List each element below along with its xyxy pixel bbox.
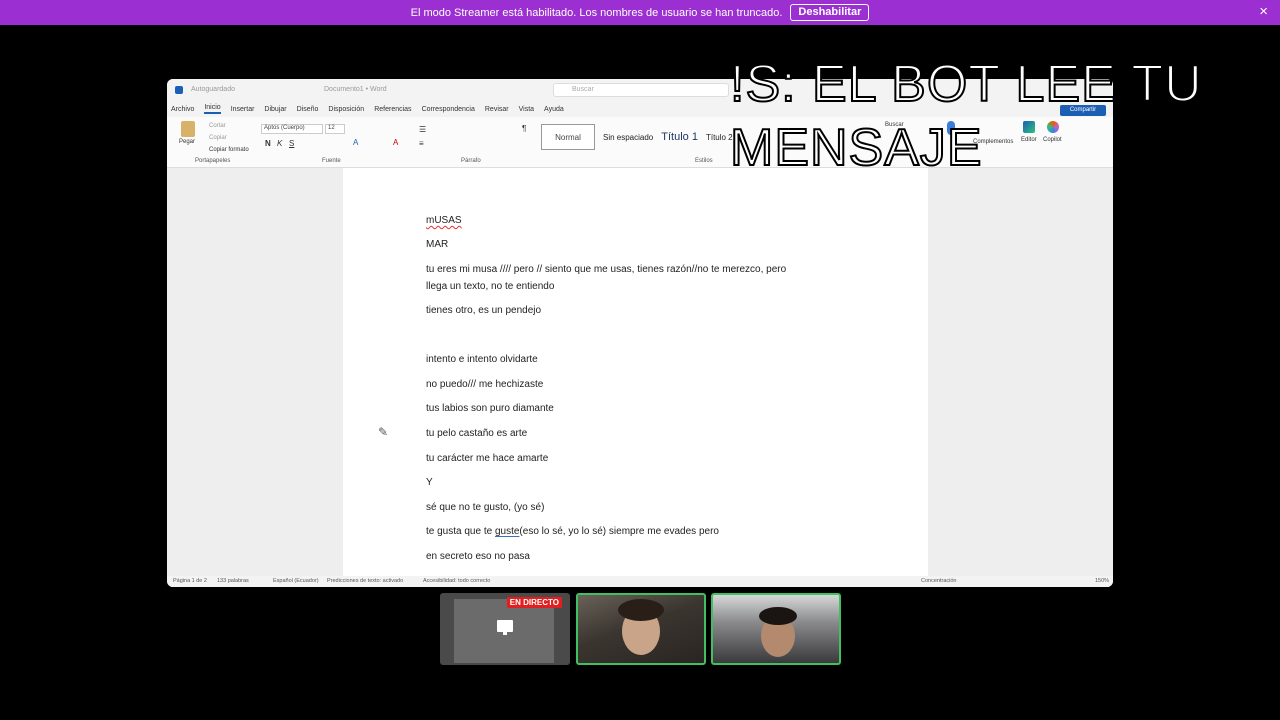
stream-overlay-text: !S: EL BOT LEE TU MENSAJE [729, 52, 1270, 180]
live-badge: EN DIRECTO [506, 597, 562, 608]
font-name-select[interactable]: Aptos (Cuerpo) [261, 124, 323, 134]
doc-line: tu pelo castaño es arte [426, 428, 528, 439]
document-name: Documento1 • Word [324, 86, 387, 93]
status-words[interactable]: 133 palabras [217, 578, 249, 584]
group-label-font: Fuente [322, 158, 341, 164]
style-normal[interactable]: Normal [541, 124, 595, 150]
paste-icon[interactable] [181, 121, 195, 137]
doc-line: mUSAS [426, 215, 462, 226]
doc-line: no puedo/// me hechizaste [426, 379, 544, 390]
screen-share-icon [497, 620, 513, 635]
doc-line: tu eres mi musa //// pero // siento que … [426, 264, 787, 275]
doc-line: MAR [426, 239, 449, 250]
doc-line: tus labios son puro diamante [426, 403, 554, 414]
tab-ayuda[interactable]: Ayuda [544, 106, 564, 113]
doc-text: te gusta que te [426, 526, 495, 537]
style-no-spacing[interactable]: Sin espaciado [603, 133, 653, 142]
doc-line: tu carácter me hace amarte [426, 453, 549, 464]
tab-disposicion[interactable]: Disposición [328, 106, 364, 113]
group-label-clipboard: Portapapeles [195, 158, 231, 164]
font-color-icon[interactable]: A [393, 138, 398, 147]
camera-thumbnail-2[interactable] [711, 593, 841, 665]
search-input[interactable]: Buscar [553, 83, 729, 97]
disable-button[interactable]: Deshabilitar [790, 4, 870, 21]
pen-cursor-icon: ✎ [378, 425, 389, 439]
banner-message: El modo Streamer está habilitado. Los no… [410, 6, 783, 19]
tab-diseno[interactable]: Diseño [297, 106, 319, 113]
doc-line: llega un texto, no te entiendo [426, 281, 555, 292]
paste-button[interactable]: Pegar [179, 139, 195, 145]
word-logo-icon [175, 86, 183, 94]
status-language[interactable]: Español (Ecuador) [273, 578, 319, 584]
tab-dibujar[interactable]: Dibujar [264, 106, 286, 113]
close-icon[interactable]: × [1259, 3, 1268, 20]
doc-line: sé que no te gusto, (yo sé) [426, 502, 545, 513]
tab-correspondencia[interactable]: Correspondencia [422, 106, 475, 113]
overlay-line-2: MENSAJE [729, 118, 983, 178]
italic-icon[interactable]: K [277, 139, 282, 148]
autosave-label[interactable]: Autoguardado [191, 86, 235, 93]
doc-line: en secreto eso no pasa [426, 551, 530, 562]
streamer-mode-banner: El modo Streamer está habilitado. Los no… [0, 0, 1280, 25]
focus-button[interactable]: Concentración [921, 578, 956, 584]
tab-archivo[interactable]: Archivo [171, 106, 194, 113]
font-size-select[interactable]: 12 [325, 124, 345, 134]
pilcrow-icon[interactable]: ¶ [522, 124, 526, 133]
status-page[interactable]: Página 1 de 2 [173, 578, 207, 584]
align-left-icon[interactable]: ≡ [419, 139, 424, 148]
tab-referencias[interactable]: Referencias [374, 106, 411, 113]
group-label-paragraph: Párrafo [461, 158, 481, 164]
zoom-level[interactable]: 150% [1095, 578, 1109, 584]
group-label-styles: Estilos [695, 158, 713, 164]
overlay-line-1: !S: EL BOT LEE TU [729, 54, 1203, 114]
copy-format-button[interactable]: Copiar formato [209, 147, 249, 153]
participant-hair [759, 607, 797, 625]
tab-revisar[interactable]: Revisar [485, 106, 509, 113]
tab-insertar[interactable]: Insertar [231, 106, 255, 113]
underline-icon[interactable]: S [289, 139, 294, 148]
tab-vista[interactable]: Vista [519, 106, 534, 113]
tab-inicio[interactable]: Inicio [204, 104, 221, 114]
doc-line: te gusta que te guste(eso lo sé, yo lo s… [426, 526, 719, 537]
status-accessibility[interactable]: Accesibilidad: todo correcto [423, 578, 490, 584]
copy-button[interactable]: Copiar [209, 135, 227, 141]
document-page[interactable]: mUSAS MAR tu eres mi musa //// pero // s… [343, 168, 928, 576]
status-bar: Página 1 de 2 133 palabras Español (Ecua… [167, 576, 1113, 587]
bold-icon[interactable]: N [265, 139, 271, 148]
text-effects-icon[interactable]: A [353, 138, 358, 147]
doc-text-underlined: guste [494, 526, 520, 537]
cut-button[interactable]: Cortar [209, 123, 226, 129]
screen-share-thumbnail[interactable]: EN DIRECTO [440, 593, 570, 665]
participant-hair [618, 599, 664, 621]
style-heading-2[interactable]: Título 2 [706, 133, 733, 142]
style-heading-1[interactable]: Título 1 [661, 131, 698, 143]
status-predictions[interactable]: Predicciones de texto: activado [327, 578, 403, 584]
doc-text: (eso lo sé, yo lo sé) siempre me evades … [519, 526, 719, 537]
camera-thumbnail-1[interactable] [576, 593, 706, 665]
doc-line: tienes otro, es un pendejo [426, 305, 542, 316]
bullets-icon[interactable]: ☰ [419, 125, 426, 134]
doc-line: Y [426, 477, 433, 488]
doc-line: intento e intento olvidarte [426, 354, 538, 365]
